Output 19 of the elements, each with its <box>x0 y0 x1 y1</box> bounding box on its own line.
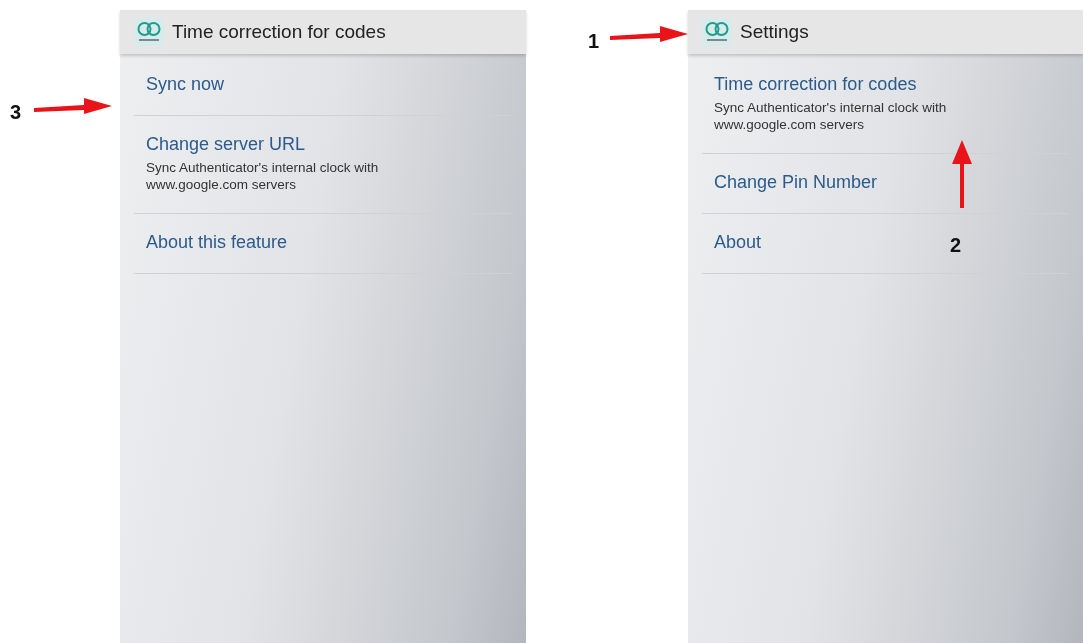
item-title: Sync now <box>146 74 225 95</box>
item-title: About <box>714 232 762 253</box>
settings-item[interactable]: Sync now <box>134 56 512 116</box>
annotation-number: 2 <box>950 234 962 257</box>
item-title: Change server URL <box>146 134 306 155</box>
arrow <box>951 140 973 208</box>
item-summary: Sync Authenticator's internal clock with www.google.com servers <box>146 159 380 193</box>
settings-item[interactable]: Change server URL Sync Authenticator's internal clock with www.google.com servers <box>134 116 512 214</box>
screen-title: Settings <box>740 21 809 43</box>
logo-icon <box>702 18 732 46</box>
item-title: Change Pin Number <box>714 172 878 193</box>
item-title: About this feature <box>146 232 288 253</box>
item-title: Time correction for codes <box>714 74 917 95</box>
screen-title: Time correction for codes <box>172 21 386 43</box>
settings-item[interactable]: About this feature <box>134 214 512 274</box>
item-summary: Sync Authenticator's internal clock with www.google.com servers <box>714 99 948 133</box>
annotation-number: 1 <box>588 30 600 53</box>
annotation-number: 3 <box>10 101 22 124</box>
logo-icon <box>134 18 164 46</box>
